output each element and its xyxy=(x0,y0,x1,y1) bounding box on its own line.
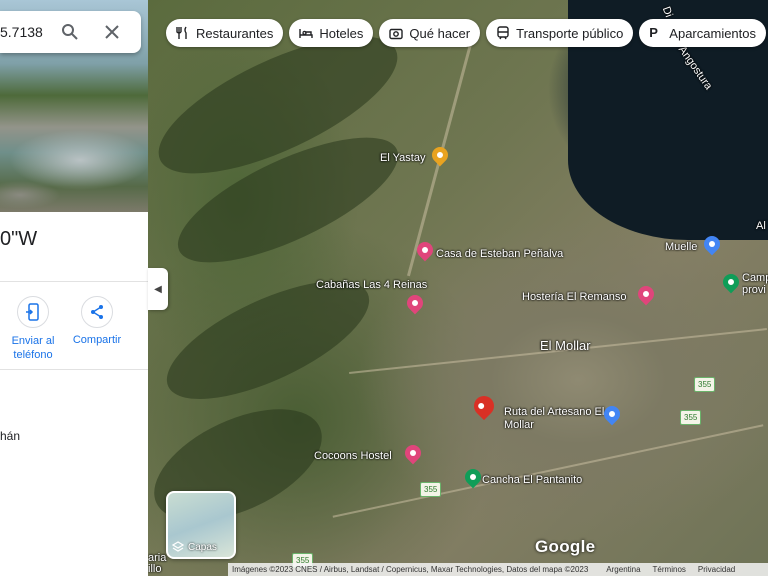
chip-hoteles[interactable]: Hoteles xyxy=(289,19,374,47)
country-link[interactable]: Argentina xyxy=(606,565,640,574)
hotel-pin-icon[interactable] xyxy=(401,441,425,465)
chip-label: Aparcamientos xyxy=(669,25,757,41)
share-label: Compartir xyxy=(72,334,122,346)
category-chip-bar: Restaurantes Hoteles Qué hacer Transport… xyxy=(166,19,768,47)
label-cabanas[interactable]: Cabañas Las 4 Reinas xyxy=(316,279,427,291)
imagery-credit: Imágenes ©2023 CNES / Airbus, Landsat / … xyxy=(232,565,589,574)
chip-label: Qué hacer xyxy=(409,25,471,41)
place-detail-text: hán xyxy=(0,429,21,443)
hotel-pin-icon[interactable] xyxy=(634,282,658,306)
label-el-yastay[interactable]: El Yastay xyxy=(380,152,425,164)
share-icon xyxy=(81,296,113,328)
label-camp[interactable]: Camp provi xyxy=(742,272,768,296)
layers-caption: Capas xyxy=(172,541,217,553)
route-355-badge: 355 xyxy=(680,410,702,425)
camera-icon xyxy=(389,28,404,40)
layers-button[interactable]: Capas xyxy=(166,491,236,559)
label-left-edge: aria illo xyxy=(148,552,167,575)
camp-pin-icon[interactable] xyxy=(719,270,743,294)
label-casa-esteban[interactable]: Casa de Esteban Peñalva xyxy=(436,248,563,260)
send-to-phone-icon xyxy=(17,296,49,328)
transit-icon xyxy=(497,26,509,40)
close-icon[interactable] xyxy=(102,22,122,42)
hotel-icon xyxy=(299,29,314,38)
privacy-link[interactable]: Privacidad xyxy=(698,565,735,574)
place-panel: 0"W Enviar al teléfono Compartir hán xyxy=(0,0,148,576)
google-logo: Google xyxy=(535,537,596,556)
label-ruta-artesano[interactable]: Ruta del Artesano El Mollar xyxy=(504,406,614,432)
share-button[interactable]: Compartir xyxy=(62,296,132,346)
food-pin-icon[interactable] xyxy=(428,143,452,167)
road xyxy=(332,424,764,518)
attribution-bar: Imágenes ©2023 CNES / Airbus, Landsat / … xyxy=(228,563,768,576)
chip-que-hacer[interactable]: Qué hacer xyxy=(379,19,481,47)
search-input[interactable] xyxy=(0,24,52,40)
divider xyxy=(0,281,148,282)
satellite-map[interactable]: Di Angostura Al El Yastay Casa de Esteba… xyxy=(148,0,768,576)
label-cancha[interactable]: Cancha El Pantanito xyxy=(482,474,582,486)
chip-transporte[interactable]: Transporte público xyxy=(486,19,634,47)
chip-label: Hoteles xyxy=(319,25,364,41)
send-to-phone-button[interactable]: Enviar al teléfono xyxy=(0,296,68,362)
restaurant-icon xyxy=(176,26,187,39)
route-355-badge: 355 xyxy=(420,482,442,497)
send-to-phone-label: Enviar al teléfono xyxy=(11,335,55,361)
label-el-mollar[interactable]: El Mollar xyxy=(540,338,591,353)
layers-label: Capas xyxy=(188,541,217,553)
label-cocoons[interactable]: Cocoons Hostel xyxy=(314,450,392,462)
terms-link[interactable]: Términos xyxy=(653,565,686,574)
label-al: Al xyxy=(756,220,766,232)
hotel-pin-icon[interactable] xyxy=(403,291,427,315)
parking-icon: P xyxy=(649,25,658,40)
layers-icon xyxy=(172,541,184,552)
divider xyxy=(0,369,148,370)
search-box[interactable] xyxy=(0,11,141,53)
chip-label: Restaurantes xyxy=(196,25,274,41)
place-title: 0"W xyxy=(0,228,38,250)
route-355-badge: 355 xyxy=(694,377,716,392)
label-muelle[interactable]: Muelle xyxy=(665,241,697,253)
dropped-pin-icon[interactable] xyxy=(469,391,499,421)
search-icon[interactable] xyxy=(60,22,80,42)
collapse-panel-button[interactable]: ◀ xyxy=(148,268,168,310)
chip-label: Transporte público xyxy=(516,25,624,41)
label-hosteria[interactable]: Hostería El Remanso xyxy=(522,291,627,303)
chevron-left-icon: ◀ xyxy=(154,283,162,295)
chip-restaurantes[interactable]: Restaurantes xyxy=(166,19,284,47)
chip-aparcamientos[interactable]: P Aparcamientos xyxy=(639,19,767,47)
